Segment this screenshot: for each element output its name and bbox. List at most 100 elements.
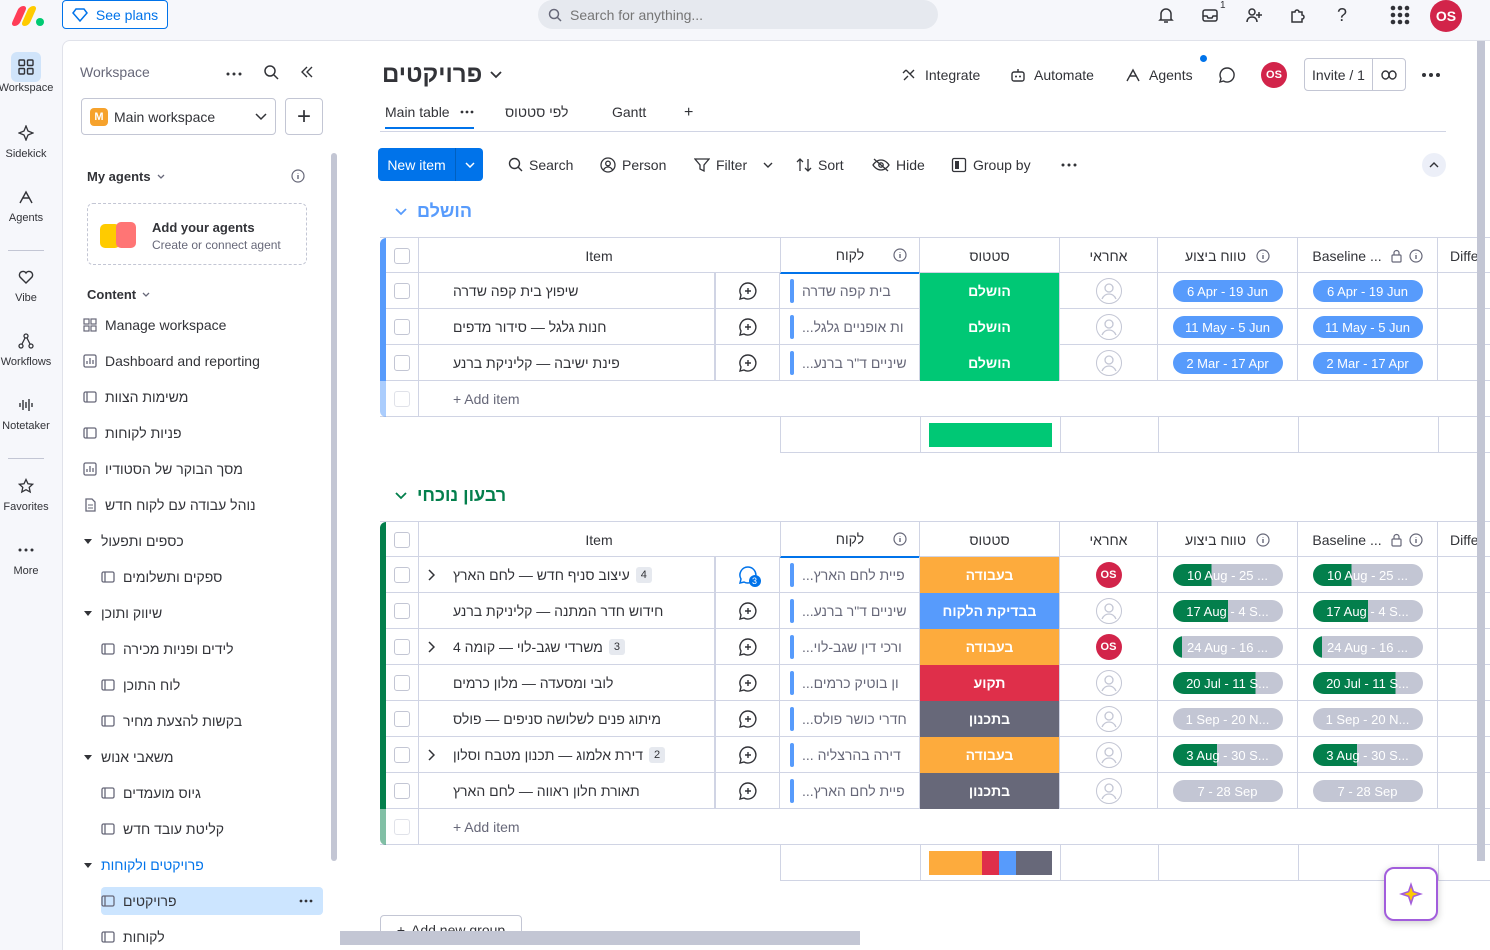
add-update-icon[interactable] xyxy=(738,709,758,729)
conversation-active-icon[interactable]: 3 xyxy=(738,565,761,587)
row-cell-chk[interactable] xyxy=(386,557,419,593)
row-cell-client[interactable]: ...ות אופניים גלגל xyxy=(780,309,920,345)
toolbar-more-icon[interactable] xyxy=(1061,148,1077,181)
sidebar-item[interactable]: Dashboard and reporting xyxy=(83,347,323,375)
timeline-pill[interactable]: 2 Mar - 17 Apr xyxy=(1172,352,1283,374)
row-cell-item[interactable]: חידוש חדר המתנה — קליניקת ברנע xyxy=(419,593,715,629)
row-cell-baseline[interactable]: 20 Jul - 11 S... xyxy=(1298,665,1438,701)
filter-button[interactable]: Filter xyxy=(694,148,773,181)
bell-icon[interactable] xyxy=(1155,4,1177,26)
header-cell-timeline[interactable]: טווח ביצוע xyxy=(1158,522,1298,558)
client-name[interactable]: ...ון בוטיק כרמים xyxy=(802,675,899,691)
row-cell-status[interactable]: בעבודה xyxy=(920,737,1060,773)
collapse-sidebar-icon[interactable] xyxy=(300,65,314,82)
item-name-text[interactable]: תאורת חלון ראווה — לחם הארץ xyxy=(453,783,640,799)
row-cell-baseline[interactable]: 1 Sep - 20 N... xyxy=(1298,701,1438,737)
row-cell-baseline[interactable]: 10 Aug - 25 ... xyxy=(1298,557,1438,593)
empty-person-icon[interactable] xyxy=(1095,598,1122,624)
row-cell-conv[interactable] xyxy=(715,273,780,309)
add-agents-card[interactable]: Add your agents Create or connect agent xyxy=(87,203,307,265)
timeline-pill[interactable]: 1 Sep - 20 N... xyxy=(1172,708,1283,730)
row-cell-chk[interactable] xyxy=(386,773,419,809)
subitems-count-badge[interactable]: 2 xyxy=(649,747,665,763)
expand-subitems-icon[interactable] xyxy=(427,569,435,581)
apps-puzzle-icon[interactable] xyxy=(1287,4,1309,26)
add-update-icon[interactable] xyxy=(738,317,758,337)
add-item-cell[interactable]: + Add item xyxy=(419,381,1490,417)
board-menu-icon[interactable] xyxy=(1422,61,1440,89)
row-cell-item[interactable]: פינת ישיבה — קליניקת ברנע xyxy=(419,345,715,381)
timeline-pill[interactable]: 11 May - 5 Jun xyxy=(1172,316,1283,338)
info-icon[interactable] xyxy=(291,169,305,186)
nav-vibe[interactable]: Vibe xyxy=(0,262,52,304)
global-search-input[interactable] xyxy=(570,6,910,23)
inbox-icon[interactable] xyxy=(1199,4,1221,26)
row-cell-item[interactable]: עיצוב סניף חדש — לחם הארץ 4 xyxy=(419,557,715,593)
row-cell-status[interactable]: בעבודה xyxy=(920,557,1060,593)
row-cell-item[interactable]: חנות גלגל — סידור מדפים xyxy=(419,309,715,345)
row-cell-client[interactable]: ...שיניים ד"ר ברנע xyxy=(780,593,920,629)
item-name-text[interactable]: משרדי שגב-לוי — קומה 4 xyxy=(453,639,603,655)
header-cell-owner[interactable]: אחראי xyxy=(1060,238,1158,274)
row-cell-client[interactable]: ...חדרי כושר פולס xyxy=(780,701,920,737)
empty-person-icon[interactable] xyxy=(1095,706,1122,732)
row-cell-baseline[interactable]: 17 Aug - 4 S... xyxy=(1298,593,1438,629)
add-update-icon[interactable] xyxy=(738,781,758,801)
row-cell-timeline[interactable]: 20 Jul - 11 S... xyxy=(1158,665,1298,701)
row-cell-status[interactable]: בבדיקת הלקוח xyxy=(920,593,1060,629)
add-item-cell[interactable]: + Add item xyxy=(419,809,1490,845)
see-plans-button[interactable]: See plans xyxy=(62,0,168,29)
empty-person-icon[interactable] xyxy=(1095,314,1122,340)
header-cell-item[interactable]: Item xyxy=(419,238,715,274)
add-update-icon[interactable] xyxy=(738,745,758,765)
timeline-pill[interactable]: 3 Aug - 30 S... xyxy=(1172,744,1283,766)
owner-avatar[interactable]: OS xyxy=(1095,562,1122,588)
client-name[interactable]: בית קפה שדרה xyxy=(802,283,891,299)
timeline-pill[interactable]: 7 - 28 Sep xyxy=(1172,780,1283,802)
row-checkbox[interactable] xyxy=(394,711,410,727)
row-checkbox[interactable] xyxy=(394,355,410,371)
caret-down-icon[interactable] xyxy=(83,537,93,545)
subitems-count-badge[interactable]: 4 xyxy=(635,567,652,583)
row-cell-conv[interactable] xyxy=(715,593,780,629)
vertical-scrollbar[interactable] xyxy=(1477,41,1485,861)
group-header[interactable]: רבעון נוכחי xyxy=(395,485,506,506)
row-cell-timeline[interactable]: 11 May - 5 Jun xyxy=(1158,309,1298,345)
row-cell-client[interactable]: בית קפה שדרה xyxy=(780,273,920,309)
add-item-row[interactable]: + Add item xyxy=(380,809,1490,845)
info-icon[interactable] xyxy=(1256,533,1270,547)
table-row[interactable]: עיצוב סניף חדש — לחם הארץ 4 3 ...פיית לחם ה… xyxy=(380,557,1490,593)
client-name[interactable]: ... דירה בהרצליה xyxy=(802,747,901,763)
search-button[interactable]: Search xyxy=(508,148,573,181)
horizontal-scrollbar[interactable] xyxy=(340,931,860,945)
table-row[interactable]: לובי ומסעדה — מלון כרמים ...ון בוטיק כרמי… xyxy=(380,665,1490,701)
add-update-icon[interactable] xyxy=(738,673,758,693)
collapse-header-button[interactable] xyxy=(1422,153,1446,177)
row-cell-chk[interactable] xyxy=(386,273,419,309)
my-agents-toggle[interactable]: My agents xyxy=(87,169,165,184)
row-cell-conv[interactable] xyxy=(715,345,780,381)
header-cell-status[interactable]: סטטוס xyxy=(920,238,1060,274)
nav-more[interactable]: More xyxy=(0,535,52,577)
row-cell-status[interactable]: בעבודה xyxy=(920,629,1060,665)
table-row[interactable]: שיפוץ בית קפה שדרה בית קפה שדרה הושלם 6 Apr… xyxy=(380,273,1490,309)
chevron-down-icon[interactable] xyxy=(456,148,483,181)
sidebar-item[interactable]: בקשות להצעת מחיר xyxy=(101,707,323,735)
sort-button[interactable]: Sort xyxy=(796,148,844,181)
table-row[interactable]: מיתוג פנים לשלושה סניפים — פולס ...חדרי כ… xyxy=(380,701,1490,737)
tab-by-status[interactable]: לפי סטטוס xyxy=(505,104,568,120)
timeline-pill[interactable]: 20 Jul - 11 S... xyxy=(1172,672,1283,694)
row-cell-client[interactable]: ...פיית לחם הארץ xyxy=(780,557,920,593)
sidebar-more-icon[interactable] xyxy=(226,63,242,79)
info-icon[interactable] xyxy=(893,532,907,546)
header-cell-timeline[interactable]: טווח ביצוע xyxy=(1158,238,1298,274)
row-cell-chk[interactable] xyxy=(386,309,419,345)
item-name-text[interactable]: חידוש חדר המתנה — קליניקת ברנע xyxy=(453,603,663,619)
item-name-text[interactable]: שיפוץ בית קפה שדרה xyxy=(453,283,578,299)
header-cell-status[interactable]: סטטוס xyxy=(920,522,1060,558)
group-name[interactable]: רבעון נוכחי xyxy=(417,485,506,506)
row-checkbox[interactable] xyxy=(394,319,410,335)
timeline-pill[interactable]: 6 Apr - 19 Jun xyxy=(1172,280,1283,302)
row-cell-status[interactable]: הושלם xyxy=(920,345,1060,381)
global-search[interactable] xyxy=(538,0,938,29)
